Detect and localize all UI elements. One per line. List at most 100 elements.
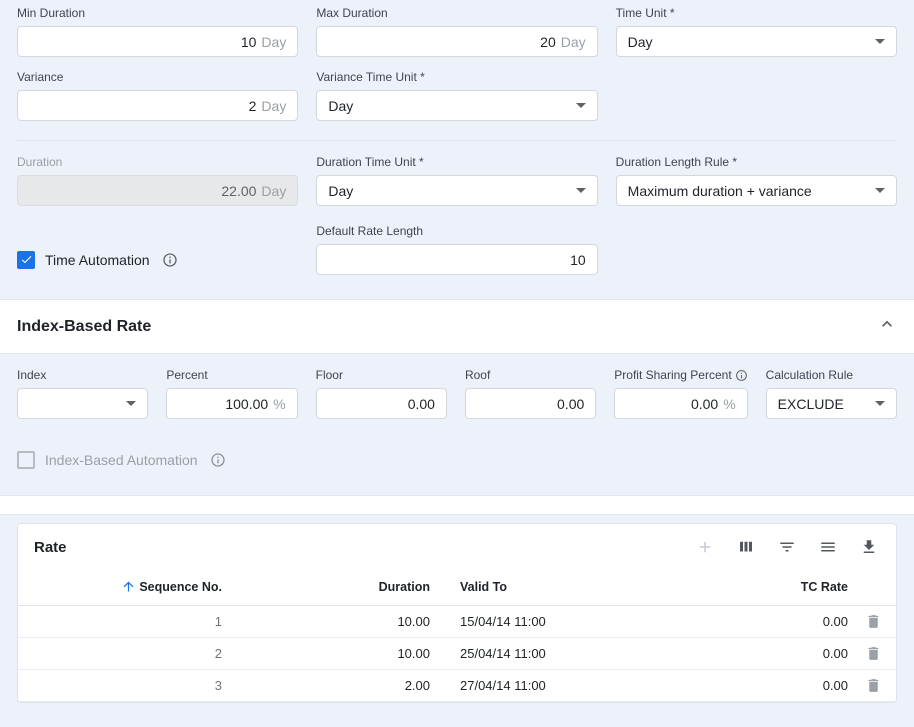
- rate-title: Rate: [34, 539, 67, 556]
- variance-value: 2: [249, 98, 257, 114]
- column-header-tc-rate[interactable]: TC Rate: [720, 580, 850, 594]
- roof-input[interactable]: 0.00: [465, 388, 596, 419]
- cell-sequence-no: 3: [18, 678, 224, 693]
- variance-suffix: Day: [261, 98, 286, 114]
- info-icon[interactable]: [210, 452, 226, 468]
- percent-suffix: %: [273, 396, 285, 412]
- table-header-row: Sequence No. Duration Valid To TC Rate: [18, 568, 896, 606]
- section-gap: [0, 495, 914, 515]
- index-label: Index: [17, 368, 148, 382]
- floor-value: 0.00: [408, 396, 435, 412]
- cell-duration: 10.00: [224, 646, 432, 661]
- table-row[interactable]: 3 2.00 27/04/14 11:00 0.00: [18, 670, 896, 702]
- density-icon[interactable]: [819, 538, 837, 556]
- index-based-automation-checkbox: [17, 451, 35, 469]
- time-unit-value: Day: [628, 34, 653, 50]
- cell-duration: 2.00: [224, 678, 432, 693]
- variance-input[interactable]: 2 Day: [17, 90, 298, 121]
- cell-valid-to: 15/04/14 11:00: [432, 614, 720, 629]
- rate-section: Rate: [0, 515, 914, 727]
- floor-field: Floor 0.00: [316, 368, 447, 419]
- percent-label: Percent: [166, 368, 297, 382]
- delete-icon[interactable]: [850, 613, 896, 630]
- index-based-rate-header[interactable]: Index-Based Rate: [0, 299, 914, 354]
- variance-time-unit-label: Variance Time Unit *: [316, 70, 597, 84]
- duration-suffix: Day: [261, 183, 286, 199]
- percent-value: 100.00: [225, 396, 268, 412]
- calculation-rule-select[interactable]: EXCLUDE: [766, 388, 897, 419]
- percent-field: Percent 100.00 %: [166, 368, 297, 419]
- time-automation-checkbox-row[interactable]: Time Automation: [17, 244, 178, 275]
- info-icon[interactable]: [735, 369, 748, 382]
- roof-field: Roof 0.00: [465, 368, 596, 419]
- sort-ascending-icon: [121, 579, 136, 594]
- max-duration-field: Max Duration 20 Day: [316, 6, 597, 57]
- cell-sequence-no: 1: [18, 614, 224, 629]
- chevron-down-icon: [875, 39, 885, 44]
- max-duration-input[interactable]: 20 Day: [316, 26, 597, 57]
- index-based-rate-section: Index Percent 100.00 % Floor 0.00: [0, 354, 914, 495]
- profit-sharing-percent-input[interactable]: 0.00 %: [614, 388, 747, 419]
- variance-time-unit-select[interactable]: Day: [316, 90, 597, 121]
- max-duration-suffix: Day: [561, 34, 586, 50]
- table-row[interactable]: 1 10.00 15/04/14 11:00 0.00: [18, 606, 896, 638]
- floor-input[interactable]: 0.00: [316, 388, 447, 419]
- percent-input[interactable]: 100.00 %: [166, 388, 297, 419]
- time-unit-label: Time Unit *: [616, 6, 897, 20]
- max-duration-label: Max Duration: [316, 6, 597, 20]
- info-icon[interactable]: [162, 252, 178, 268]
- time-automation-checkbox[interactable]: [17, 251, 35, 269]
- chevron-down-icon: [126, 401, 136, 406]
- duration-input: 22.00 Day: [17, 175, 298, 206]
- add-icon[interactable]: [696, 538, 714, 556]
- profit-sharing-percent-suffix: %: [723, 396, 735, 412]
- calculation-rule-field: Calculation Rule EXCLUDE: [766, 368, 897, 419]
- page: Min Duration 10 Day Max Duration 20 Day …: [0, 0, 914, 727]
- column-header-valid-to[interactable]: Valid To: [432, 580, 720, 594]
- delete-icon[interactable]: [850, 677, 896, 694]
- section-divider: [17, 140, 897, 141]
- calculation-rule-value: EXCLUDE: [778, 396, 844, 412]
- column-header-duration[interactable]: Duration: [224, 580, 432, 594]
- duration-time-unit-select[interactable]: Day: [316, 175, 597, 206]
- default-rate-length-label: Default Rate Length: [316, 224, 597, 238]
- min-duration-value: 10: [241, 34, 257, 50]
- filter-icon[interactable]: [778, 538, 796, 556]
- duration-time-unit-label: Duration Time Unit *: [316, 155, 597, 169]
- chevron-down-icon: [875, 401, 885, 406]
- time-unit-select[interactable]: Day: [616, 26, 897, 57]
- check-icon: [20, 253, 33, 266]
- min-duration-label: Min Duration: [17, 6, 298, 20]
- cell-valid-to: 25/04/14 11:00: [432, 646, 720, 661]
- cell-valid-to: 27/04/14 11:00: [432, 678, 720, 693]
- index-based-rate-title: Index-Based Rate: [17, 318, 151, 336]
- variance-field: Variance 2 Day: [17, 70, 298, 121]
- rate-table: Sequence No. Duration Valid To TC Rate 1…: [18, 568, 896, 702]
- download-icon[interactable]: [860, 538, 878, 556]
- duration-value: 22.00: [221, 183, 256, 199]
- columns-icon[interactable]: [737, 538, 755, 556]
- table-row[interactable]: 2 10.00 25/04/14 11:00 0.00: [18, 638, 896, 670]
- duration-time-unit-field: Duration Time Unit * Day: [316, 155, 597, 206]
- profit-sharing-percent-label: Profit Sharing Percent: [614, 368, 747, 382]
- duration-length-rule-select[interactable]: Maximum duration + variance: [616, 175, 897, 206]
- variance-time-unit-field: Variance Time Unit * Day: [316, 70, 597, 121]
- default-rate-length-input[interactable]: 10: [316, 244, 597, 275]
- default-rate-length-field: Default Rate Length 10: [316, 224, 597, 275]
- column-header-sequence-no[interactable]: Sequence No.: [18, 579, 224, 594]
- profit-sharing-percent-value: 0.00: [691, 396, 718, 412]
- chevron-down-icon: [576, 188, 586, 193]
- time-unit-field: Time Unit * Day: [616, 6, 897, 57]
- cell-tc-rate: 0.00: [720, 678, 850, 693]
- duration-form-section: Min Duration 10 Day Max Duration 20 Day …: [0, 0, 914, 299]
- chevron-up-icon[interactable]: [877, 314, 897, 339]
- delete-icon[interactable]: [850, 645, 896, 662]
- roof-label: Roof: [465, 368, 596, 382]
- duration-field: Duration 22.00 Day: [17, 155, 298, 206]
- index-select[interactable]: [17, 388, 148, 419]
- max-duration-value: 20: [540, 34, 556, 50]
- duration-length-rule-field: Duration Length Rule * Maximum duration …: [616, 155, 897, 206]
- min-duration-input[interactable]: 10 Day: [17, 26, 298, 57]
- duration-label: Duration: [17, 155, 298, 169]
- cell-tc-rate: 0.00: [720, 614, 850, 629]
